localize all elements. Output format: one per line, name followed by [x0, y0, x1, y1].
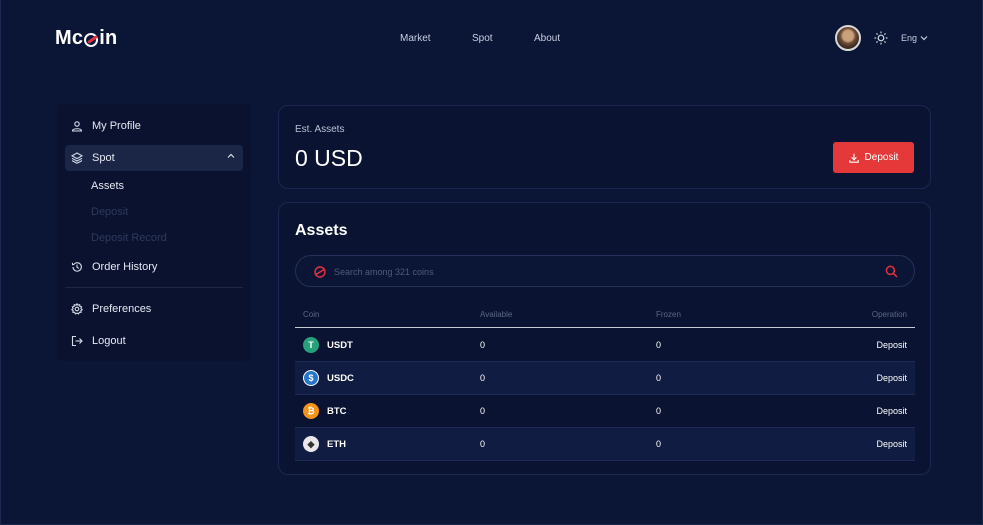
column-header-coin: Coin — [303, 310, 320, 319]
row-deposit-link[interactable]: Deposit — [876, 340, 907, 350]
frozen-value: 0 — [656, 340, 662, 350]
coin-symbol: USDC — [327, 372, 354, 384]
sidebar-subitem-deposit-record[interactable]: Deposit Record — [91, 232, 167, 244]
coin-cell: ◆ ETH — [303, 436, 346, 452]
sidebar-divider — [65, 287, 243, 288]
row-deposit-link[interactable]: Deposit — [876, 406, 907, 416]
sidebar-subitem-assets[interactable]: Assets — [91, 180, 124, 192]
sidebar-item-order-history[interactable]: Order History — [65, 254, 243, 280]
usdc-icon: $ — [303, 370, 319, 386]
est-assets-label: Est. Assets — [295, 124, 345, 135]
language-select[interactable]: Eng — [901, 33, 928, 43]
sidebar-item-label: Logout — [92, 335, 126, 347]
sidebar-item-preferences[interactable]: Preferences — [65, 296, 243, 322]
search-input[interactable] — [334, 264, 854, 280]
available-value: 0 — [480, 439, 486, 449]
table-row: $ USDC 0 0 Deposit — [295, 362, 915, 395]
coin-cell: $ USDC — [303, 370, 354, 386]
coin-search — [295, 255, 915, 287]
usdt-icon: T — [303, 337, 319, 353]
sidebar-subitem-deposit[interactable]: Deposit — [91, 206, 128, 218]
avatar[interactable] — [834, 25, 861, 51]
sidebar-item-label: My Profile — [92, 120, 141, 132]
frozen-value: 0 — [656, 373, 662, 383]
btc-icon: ₿ — [303, 403, 319, 419]
column-header-frozen: Frozen — [656, 310, 681, 319]
chevron-up-icon — [227, 153, 235, 158]
sidebar-item-label: Order History — [92, 261, 158, 273]
row-deposit-link[interactable]: Deposit — [876, 373, 907, 383]
row-deposit-link[interactable]: Deposit — [876, 439, 907, 449]
frozen-value: 0 — [656, 406, 662, 416]
assets-title: Assets — [295, 222, 348, 239]
frozen-value: 0 — [656, 439, 662, 449]
sidebar-item-logout[interactable]: Logout — [65, 328, 243, 354]
table-row: ₿ BTC 0 0 Deposit — [295, 395, 915, 428]
chevron-down-icon — [920, 36, 928, 41]
coin-cell: T USDT — [303, 337, 353, 353]
logout-icon — [71, 335, 83, 347]
sun-icon[interactable] — [873, 30, 889, 46]
column-header-available: Available — [480, 310, 513, 319]
sidebar-item-spot[interactable]: Spot — [65, 145, 243, 171]
available-value: 0 — [480, 406, 486, 416]
coin-symbol: ETH — [327, 438, 346, 450]
table-header: Coin Available Frozen Operation — [295, 310, 915, 328]
nav-spot[interactable]: Spot — [472, 33, 493, 44]
table-row: ◆ ETH 0 0 Deposit — [295, 428, 915, 461]
coin-symbol: BTC — [327, 405, 347, 417]
history-icon — [71, 262, 82, 272]
nav-about[interactable]: About — [534, 33, 560, 44]
nav-market[interactable]: Market — [400, 33, 431, 44]
deposit-button[interactable]: Deposit — [833, 142, 914, 173]
assets-card: Assets Coin Available Frozen Operation T… — [278, 202, 931, 475]
column-header-operation: Operation — [871, 310, 907, 319]
available-value: 0 — [480, 340, 486, 350]
language-label: Eng — [900, 33, 917, 43]
est-assets-value: 0 USD — [295, 145, 363, 171]
user-icon — [71, 121, 83, 132]
layers-icon — [71, 152, 83, 164]
sidebar: My Profile Spot Assets Deposit Deposit R… — [57, 104, 251, 361]
est-assets-card: Est. Assets 0 USD Deposit — [278, 105, 931, 189]
sidebar-item-label: Spot — [92, 152, 115, 164]
table-row: T USDT 0 0 Deposit — [295, 329, 915, 362]
available-value: 0 — [480, 373, 486, 383]
gear-icon — [71, 303, 83, 315]
sidebar-item-label: Preferences — [92, 303, 152, 315]
eth-icon: ◆ — [303, 436, 319, 452]
deposit-button-label: Deposit — [864, 152, 899, 163]
sidebar-item-my-profile[interactable]: My Profile — [65, 113, 243, 139]
search-icon[interactable] — [885, 265, 898, 278]
coin-logo-icon — [314, 266, 326, 278]
coin-symbol: USDT — [327, 339, 353, 351]
download-icon — [848, 153, 859, 163]
header-actions: Eng — [834, 25, 928, 51]
coin-cell: ₿ BTC — [303, 403, 347, 419]
